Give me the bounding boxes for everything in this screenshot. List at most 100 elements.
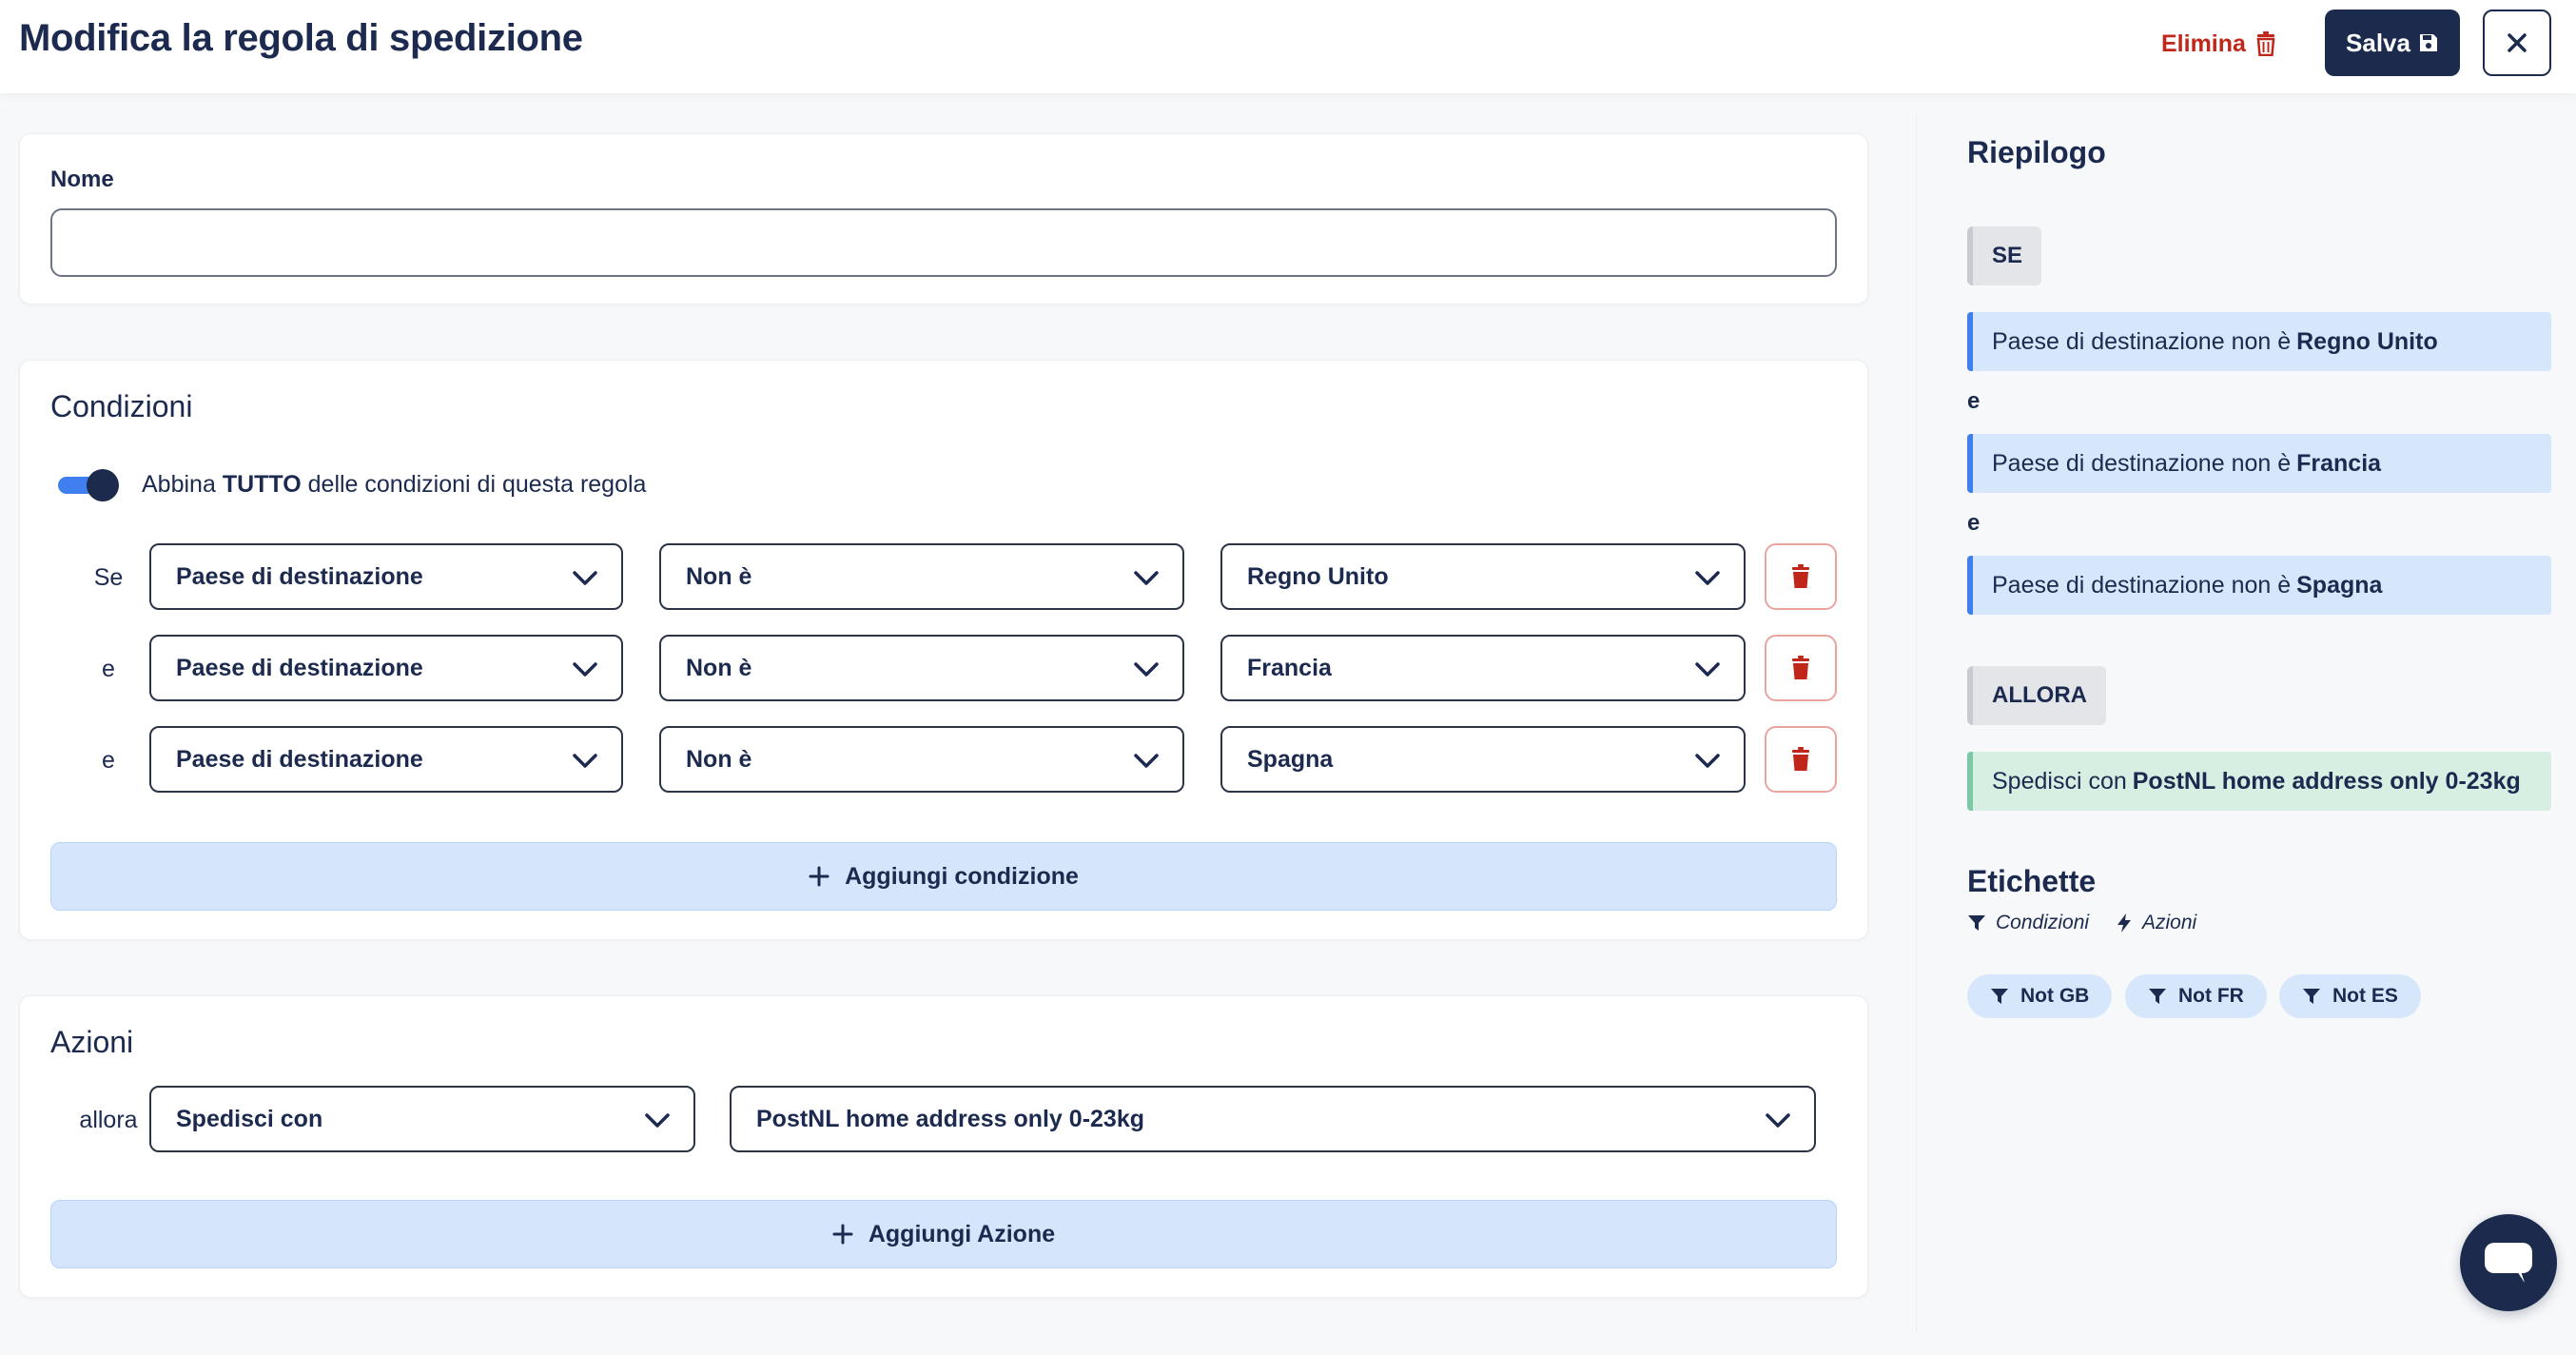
select-value: Francia: [1247, 654, 1332, 681]
tags-title: Etichette: [1967, 864, 2097, 898]
select-value: Non è: [686, 745, 752, 773]
summary-condition-item: Paese di destinazione non è Regno Unito: [1967, 312, 2551, 371]
action-type-select[interactable]: Spedisci con: [149, 1086, 695, 1152]
summary-condition-value: Regno Unito: [2296, 327, 2438, 355]
name-input[interactable]: [50, 208, 1837, 277]
condition-field-select[interactable]: Paese di destinazione: [149, 543, 623, 610]
summary-title: Riepilogo: [1967, 135, 2106, 169]
trash-icon: [1792, 747, 1809, 771]
chevron-down-icon: [645, 1113, 670, 1128]
tag-chip: Not ES: [2279, 974, 2421, 1018]
delete-condition-button[interactable]: [1765, 543, 1837, 610]
trash-icon: [1792, 656, 1809, 679]
name-label: Nome: [50, 167, 114, 192]
close-icon: [2508, 33, 2527, 52]
chevron-down-icon: [1695, 662, 1720, 677]
tag-label: Not FR: [2178, 985, 2244, 1007]
delete-condition-button[interactable]: [1765, 726, 1837, 793]
condition-operator-select[interactable]: Non è: [659, 726, 1184, 793]
chevron-down-icon: [1695, 571, 1720, 585]
condition-operator-select[interactable]: Non è: [659, 635, 1184, 701]
condition-field-select[interactable]: Paese di destinazione: [149, 726, 623, 793]
summary-and-word: e: [1967, 388, 1981, 414]
condition-value-select[interactable]: Regno Unito: [1220, 543, 1746, 610]
summary-condition-item: Paese di destinazione non è Spagna: [1967, 556, 2551, 615]
page-title: Modifica la regola di spedizione: [19, 17, 583, 59]
select-value: Regno Unito: [1247, 562, 1389, 590]
floppy-disk-icon: [2419, 34, 2437, 51]
summary-action-value: PostNL home address only 0-23kg: [2132, 767, 2521, 795]
trash-icon: [2256, 31, 2275, 56]
match-prefix: Abbina: [142, 471, 216, 498]
summary-condition-item: Paese di destinazione non è Francia: [1967, 434, 2551, 493]
sidebar-divider: [1916, 114, 1917, 1332]
trash-icon: [1792, 564, 1809, 588]
actions-card: Azioni allora Spedisci con PostNL home a…: [19, 995, 1868, 1298]
filter-icon: [2303, 989, 2320, 1004]
actions-title: Azioni: [50, 1025, 134, 1059]
summary-then-chip: ALLORA: [1967, 666, 2106, 725]
chevron-down-icon: [1766, 1113, 1790, 1128]
condition-operator-select[interactable]: Non è: [659, 543, 1184, 610]
select-value: Paese di destinazione: [176, 654, 423, 681]
summary-action-text: Spedisci con: [1992, 767, 2127, 795]
plus-icon: [809, 866, 829, 887]
conditions-title: Condizioni: [50, 389, 193, 423]
match-all-label: Abbina TUTTO delle condizioni di questa …: [142, 471, 646, 499]
legend-conditions: Condizioni: [1967, 912, 2089, 934]
top-bar: Modifica la regola di spedizione Elimina…: [0, 0, 2576, 93]
action-row-word: allora: [79, 1107, 138, 1133]
add-action-label: Aggiungi Azione: [868, 1220, 1056, 1247]
chevron-down-icon: [1695, 754, 1720, 768]
match-all-toggle[interactable]: [58, 469, 119, 501]
legend-actions: Azioni: [2116, 912, 2196, 934]
select-value: Paese di destinazione: [176, 745, 423, 773]
condition-row-word: Se: [93, 564, 124, 591]
summary-action-item: Spedisci con PostNL home address only 0-…: [1967, 752, 2551, 811]
close-button[interactable]: [2483, 10, 2551, 76]
summary-if-chip: SE: [1967, 226, 2042, 285]
tag-label: Not ES: [2332, 985, 2398, 1007]
condition-row-word: e: [102, 747, 115, 774]
summary-condition-text: Paese di destinazione non è: [1992, 327, 2292, 355]
filter-icon: [1968, 915, 1985, 931]
summary-and-word: e: [1967, 510, 1981, 536]
select-value: Spagna: [1247, 745, 1334, 773]
name-card: Nome: [19, 133, 1868, 304]
select-value: Spedisci con: [176, 1105, 323, 1132]
save-label: Salva: [2346, 28, 2410, 57]
chevron-down-icon: [1134, 754, 1159, 768]
action-value-select[interactable]: PostNL home address only 0-23kg: [730, 1086, 1816, 1152]
condition-row-word: e: [102, 656, 115, 682]
match-bold: TUTTO: [222, 471, 302, 498]
select-value: PostNL home address only 0-23kg: [756, 1105, 1144, 1132]
delete-condition-button[interactable]: [1765, 635, 1837, 701]
chevron-down-icon: [573, 571, 597, 585]
legend-conditions-label: Condizioni: [1996, 912, 2090, 933]
summary-condition-value: Spagna: [2296, 571, 2383, 599]
chevron-down-icon: [573, 662, 597, 677]
chevron-down-icon: [1134, 662, 1159, 677]
delete-button[interactable]: Elimina: [2161, 23, 2276, 65]
add-action-button[interactable]: Aggiungi Azione: [50, 1200, 1837, 1268]
summary-condition-text: Paese di destinazione non è: [1992, 571, 2292, 599]
chevron-down-icon: [573, 754, 597, 768]
select-value: Non è: [686, 654, 752, 681]
chat-button[interactable]: [2460, 1214, 2557, 1311]
plus-icon: [832, 1224, 853, 1245]
save-button[interactable]: Salva: [2325, 10, 2460, 76]
filter-icon: [2149, 989, 2166, 1004]
condition-value-select[interactable]: Francia: [1220, 635, 1746, 701]
select-value: Paese di destinazione: [176, 562, 423, 590]
tag-chip: Not FR: [2125, 974, 2267, 1018]
conditions-card: Condizioni Abbina TUTTO delle condizioni…: [19, 360, 1868, 940]
select-value: Non è: [686, 562, 752, 590]
condition-field-select[interactable]: Paese di destinazione: [149, 635, 623, 701]
add-condition-button[interactable]: Aggiungi condizione: [50, 842, 1837, 911]
condition-value-select[interactable]: Spagna: [1220, 726, 1746, 793]
chevron-down-icon: [1134, 571, 1159, 585]
legend-actions-label: Azioni: [2142, 912, 2197, 933]
tag-label: Not GB: [2020, 985, 2090, 1007]
toggle-knob: [87, 469, 119, 501]
summary-condition-text: Paese di destinazione non è: [1992, 449, 2292, 477]
